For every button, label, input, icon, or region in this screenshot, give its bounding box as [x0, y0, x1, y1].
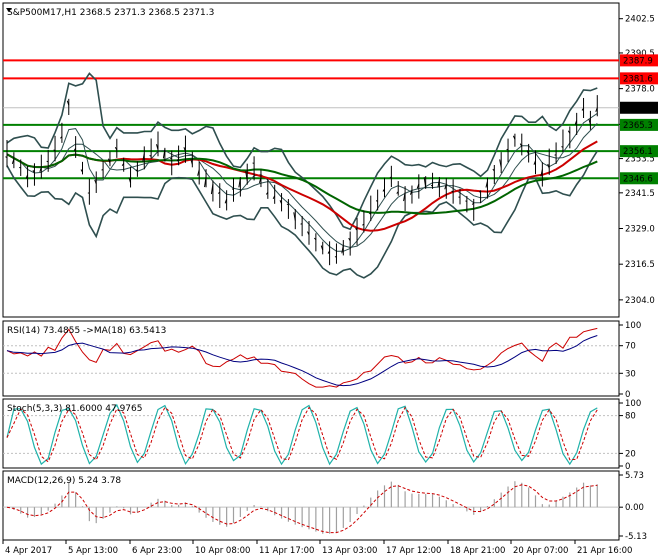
macd-pane: 5.73 0.00 -5.13 MACD(12,26,9) 5.24 3.78	[2, 470, 647, 542]
level-label-text: 2387.9	[623, 56, 653, 66]
time-tick-label: 20 Apr 07:00	[513, 546, 568, 556]
time-tick-label: 13 Apr 03:00	[322, 546, 377, 556]
indicator-tick-label: 20	[625, 449, 636, 459]
price-bar-tick	[561, 146, 564, 148]
time-tick-label: 10 Apr 08:00	[195, 546, 250, 556]
price-tick-label: 2316.5	[625, 260, 655, 270]
time-axis: 4 Apr 2017 5 Apr 13:00 6 Apr 23:00 10 Apr 0…	[2, 540, 632, 556]
indicator-tick-label: 100	[625, 321, 641, 331]
rsi-pane: 10070300 RSI(14) 73.4855 ->MA(18) 63.541…	[2, 320, 641, 400]
stoch-header: Stoch(5,3,3) 81.6000 47.9765	[7, 404, 142, 414]
main-pane: 2402.52390.52378.02365.52353.52341.52329…	[2, 2, 658, 318]
price-bar-tick	[19, 166, 21, 169]
macd-tick-label: 5.73	[625, 471, 644, 481]
time-tick-label: 5 Apr 13:00	[68, 546, 118, 556]
price-tick-label: 2378.0	[625, 85, 655, 95]
time-tick-label: 18 Apr 21:00	[450, 546, 505, 556]
price-tick-label: 2304.0	[625, 296, 655, 306]
macd-axis: 5.73 0.00 -5.13	[619, 471, 647, 542]
macd-tick-label: -5.13	[625, 532, 647, 542]
rsi-header: RSI(14) 73.4855 ->MA(18) 63.5413	[7, 326, 166, 336]
time-tick-label: 6 Apr 23:00	[132, 546, 182, 556]
price-bar-tick	[334, 256, 337, 258]
macd-tick-label: 0.00	[625, 503, 644, 513]
indicator-tick-label: 100	[625, 399, 641, 409]
time-tick-label: 4 Apr 2017	[5, 546, 52, 556]
main-header: S&P500M17,H1 2368.5 2371.3 2368.5 2371.3	[7, 8, 214, 18]
stoch-pane: 10080200 Stoch(5,3,3) 81.6000 47.9765	[2, 398, 641, 472]
time-tick-label: 11 Apr 17:00	[259, 546, 314, 556]
price-bar-tick	[135, 169, 138, 171]
indicator-tick-label: 70	[625, 342, 636, 352]
level-label-text: 2371.3	[623, 104, 653, 114]
rsi-axis: 10070300	[619, 321, 641, 400]
stoch-axis: 10080200	[619, 399, 641, 472]
indicator-tick-label: 80	[625, 412, 636, 422]
price-bar-tick	[101, 168, 104, 171]
time-tick-label: 17 Apr 12:00	[386, 546, 441, 556]
price-bar-tick	[300, 223, 303, 225]
time-tick-label: 21 Apr 16:00	[577, 546, 632, 556]
macd-header: MACD(12,26,9) 5.24 3.78	[7, 476, 121, 486]
level-label-text: 2365.3	[623, 121, 653, 131]
level-label-text: 2356.1	[623, 147, 653, 157]
indicator-tick-label: 30	[625, 369, 636, 379]
level-label-text: 2346.6	[623, 174, 653, 184]
level-labels: 2387.9 2381.6 2371.3 2365.3 2356.1 2346.6	[620, 54, 658, 185]
price-tick-label: 2402.5	[625, 15, 655, 25]
level-label-text: 2381.6	[623, 74, 653, 84]
price-tick-label: 2329.0	[625, 225, 655, 235]
price-tick-label: 2341.5	[625, 189, 655, 199]
trading-chart: 2402.52390.52378.02365.52353.52341.52329…	[2, 2, 658, 556]
price-bar-tick	[375, 200, 378, 202]
price-bar-tick	[46, 160, 49, 163]
